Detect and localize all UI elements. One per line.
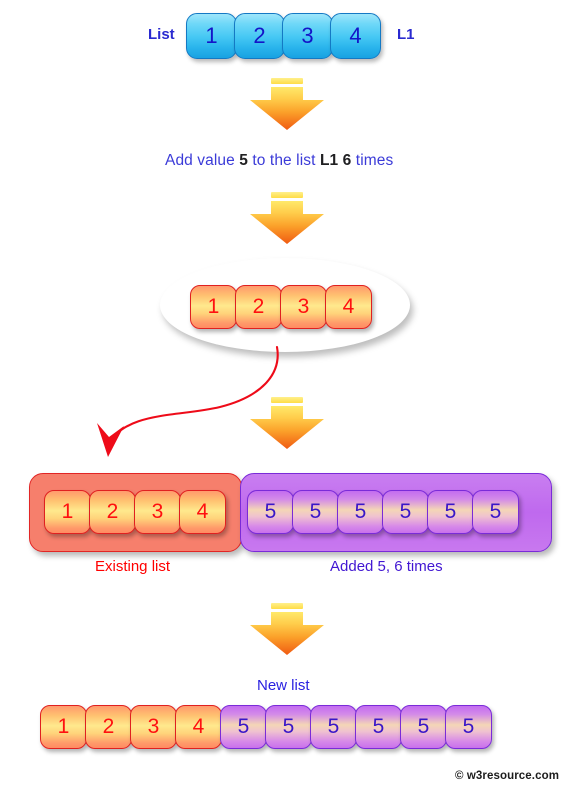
initial-list-cell-value: 3 xyxy=(301,23,314,48)
new-list-added-cell: 5 xyxy=(310,705,357,749)
sentence-part: 5 xyxy=(239,152,248,169)
initial-list-row: 1 2 3 4 xyxy=(186,13,381,59)
added-list-cell: 5 xyxy=(382,490,429,534)
added-list-row: 5 5 5 5 5 5 xyxy=(247,490,519,534)
down-arrow-icon-2 xyxy=(250,192,324,244)
added-list-cell-value: 5 xyxy=(264,500,277,523)
initial-list-cell: 1 xyxy=(186,13,237,59)
watermark: © w3resource.com xyxy=(455,770,560,782)
added-list-cell-value: 5 xyxy=(309,500,322,523)
ellipse-list-cell: 3 xyxy=(280,285,327,329)
initial-list-cell: 4 xyxy=(330,13,381,59)
added-list-cell: 5 xyxy=(472,490,519,534)
list-name-label: L1 xyxy=(397,26,415,43)
new-list-row: 1 2 3 4 5 5 5 5 5 5 xyxy=(40,705,492,749)
ellipse-list-cell: 4 xyxy=(325,285,372,329)
existing-list-cell: 4 xyxy=(179,490,226,534)
ellipse-list-cell-value: 2 xyxy=(252,295,265,318)
added-list-cell: 5 xyxy=(247,490,294,534)
added-list-cell-value: 5 xyxy=(444,500,457,523)
existing-list-cell: 1 xyxy=(44,490,91,534)
sentence-part: to the list xyxy=(247,152,320,169)
new-list-existing-cell-value: 1 xyxy=(57,715,70,738)
sentence-part: L1 xyxy=(319,152,339,169)
new-list-existing-cell: 4 xyxy=(175,705,222,749)
new-list-added-cell-value: 5 xyxy=(372,715,385,738)
initial-list-cell: 2 xyxy=(234,13,285,59)
new-list-existing-cell: 2 xyxy=(85,705,132,749)
added-list-cell: 5 xyxy=(427,490,474,534)
new-list-added-cell: 5 xyxy=(220,705,267,749)
initial-list-cell-value: 4 xyxy=(349,23,362,48)
down-arrow-icon-3 xyxy=(250,397,324,449)
add-value-sentence: Add value 5 to the list L1 6 times xyxy=(165,152,393,170)
new-list-added-cell-value: 5 xyxy=(327,715,340,738)
new-list-added-cell: 5 xyxy=(355,705,402,749)
added-list-label: Added 5, 6 times xyxy=(330,558,443,575)
existing-list-cell-value: 4 xyxy=(196,500,209,523)
existing-list-row: 1 2 3 4 xyxy=(44,490,226,534)
added-list-cell-value: 5 xyxy=(399,500,412,523)
new-list-added-cell-value: 5 xyxy=(462,715,475,738)
initial-list-cell: 3 xyxy=(282,13,333,59)
existing-list-cell: 3 xyxy=(134,490,181,534)
initial-list-cell-value: 2 xyxy=(253,23,266,48)
existing-list-label: Existing list xyxy=(95,558,171,575)
ellipse-list-cell-value: 4 xyxy=(342,295,355,318)
new-list-existing-cell: 3 xyxy=(130,705,177,749)
ellipse-list-cell: 2 xyxy=(235,285,282,329)
new-list-existing-cell-value: 3 xyxy=(147,715,160,738)
existing-list-cell-value: 1 xyxy=(61,500,74,523)
new-list-added-cell-value: 5 xyxy=(237,715,250,738)
existing-list-cell-value: 3 xyxy=(151,500,164,523)
ellipse-list-cell-value: 3 xyxy=(297,295,310,318)
diagram-canvas: List 1 2 3 4 L1 Add value 5 to the list L1 … xyxy=(0,0,573,794)
new-list-existing-cell-value: 4 xyxy=(192,715,205,738)
new-list-label: New list xyxy=(257,677,310,694)
ellipse-list-row: 1 2 3 4 xyxy=(190,285,372,329)
new-list-added-cell: 5 xyxy=(400,705,447,749)
new-list-added-cell-value: 5 xyxy=(282,715,295,738)
existing-list-cell-value: 2 xyxy=(106,500,119,523)
initial-list-cell-value: 1 xyxy=(205,23,218,48)
down-arrow-icon-1 xyxy=(250,78,324,130)
new-list-existing-cell: 1 xyxy=(40,705,87,749)
existing-list-cell: 2 xyxy=(89,490,136,534)
list-left-label: List xyxy=(148,26,175,43)
ellipse-list-cell-value: 1 xyxy=(207,295,220,318)
new-list-added-cell-value: 5 xyxy=(417,715,430,738)
sentence-part: Add value xyxy=(165,152,240,169)
new-list-existing-cell-value: 2 xyxy=(102,715,115,738)
down-arrow-icon-4 xyxy=(250,603,324,655)
ellipse-list-cell: 1 xyxy=(190,285,237,329)
sentence-part: times xyxy=(351,152,394,169)
added-list-cell-value: 5 xyxy=(354,500,367,523)
added-list-cell-value: 5 xyxy=(489,500,502,523)
new-list-added-cell: 5 xyxy=(445,705,492,749)
added-list-cell: 5 xyxy=(337,490,384,534)
added-list-cell: 5 xyxy=(292,490,339,534)
new-list-added-cell: 5 xyxy=(265,705,312,749)
